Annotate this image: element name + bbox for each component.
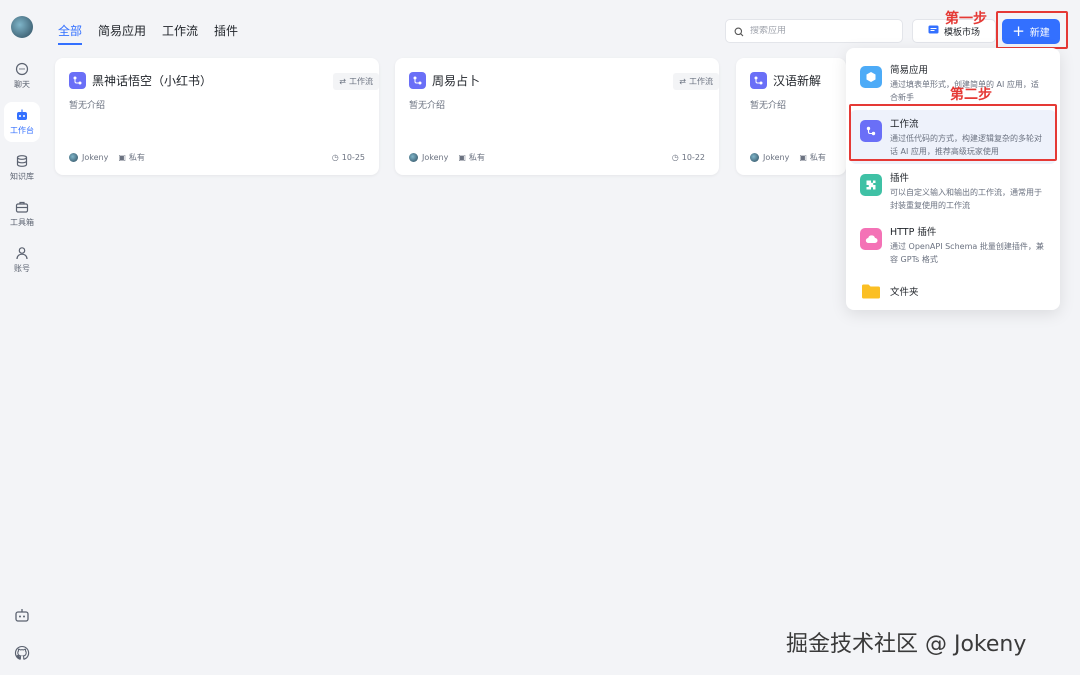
author-avatar: [69, 153, 78, 162]
lock-icon: ▣: [458, 153, 466, 162]
search-box: [725, 19, 903, 43]
app-card-title: 汉语新解: [773, 74, 822, 88]
tab-simple-app[interactable]: 简易应用: [98, 22, 146, 45]
sidebar-item-label: 聊天: [14, 80, 30, 89]
app-card[interactable]: 汉语新解 暂无介绍 Jokeny ▣ 私有: [736, 58, 846, 175]
user-avatar[interactable]: [11, 16, 33, 38]
menu-item-title: 插件: [890, 173, 910, 184]
menu-item-title: 文件夹: [890, 287, 919, 298]
step1-highlight-box: [996, 11, 1068, 49]
clock-icon: ◷: [671, 153, 679, 162]
sidebar-bottom: [0, 607, 44, 661]
author-name: Jokeny: [763, 153, 790, 162]
menu-item-http-plugin[interactable]: HTTP 插件 通过 OpenAPI Schema 批量创建插件，兼容 GPTs…: [850, 218, 1056, 272]
menu-item-plugin[interactable]: 插件 可以自定义输入和输出的工作流，通常用于封装重复使用的工作流: [850, 164, 1056, 218]
author-name: Jokeny: [82, 153, 109, 162]
date-label: 10-25: [341, 153, 365, 162]
tab-workflow[interactable]: 工作流: [162, 22, 198, 45]
updated-date: ◷ 10-25: [332, 153, 365, 162]
visibility-label: 私有: [809, 153, 826, 162]
template-icon: [928, 25, 939, 37]
app-card-intro: 暂无介绍: [69, 101, 106, 111]
menu-item-title: HTTP 插件: [890, 227, 937, 238]
clock-icon: ◷: [331, 153, 339, 162]
tab-plugin[interactable]: 插件: [214, 22, 238, 45]
sidebar-item-knowledge[interactable]: 知识库: [4, 148, 40, 188]
workflow-small-icon: ⇄: [339, 77, 346, 86]
app-card-title: 周易占卜: [432, 74, 481, 88]
app-type-label: 工作流: [349, 77, 373, 86]
app-card[interactable]: 黑神话悟空（小红书） ⇄ 工作流 暂无介绍 Jokeny ▣ 私有 ◷ 10-25: [55, 58, 379, 175]
sidebar: 聊天 工作台 知识库 工具箱 账号: [0, 0, 44, 675]
category-tabs: 全部 简易应用 工作流 插件: [58, 22, 238, 45]
updated-date: ◷ 10-22: [672, 153, 705, 162]
sidebar-item-label: 知识库: [10, 172, 34, 181]
app-card-intro: 暂无介绍: [409, 101, 446, 111]
watermark: 掘金技术社区 @ Jokeny: [786, 632, 1027, 657]
menu-item-desc: 通过 OpenAPI Schema 批量创建插件，兼容 GPTs 格式: [890, 242, 1044, 264]
visibility: ▣ 私有: [458, 152, 485, 163]
toolbox-icon: [15, 200, 29, 214]
user-icon: [15, 246, 29, 260]
visibility-label: 私有: [128, 153, 145, 162]
workflow-app-icon: [69, 72, 86, 89]
visibility: ▣ 私有: [799, 152, 826, 163]
menu-item-title: 简易应用: [890, 65, 929, 76]
sidebar-item-chat[interactable]: 聊天: [4, 56, 40, 96]
database-icon: [15, 154, 29, 168]
tab-all[interactable]: 全部: [58, 22, 83, 45]
app-type-badge: ⇄ 工作流: [673, 73, 719, 90]
menu-item-desc: 可以自定义输入和输出的工作流，通常用于封装重复使用的工作流: [890, 188, 1042, 210]
workflow-app-icon: [750, 72, 767, 89]
step1-annotation: 第一步: [945, 11, 987, 27]
cloud-icon: [860, 228, 882, 250]
search-icon: [734, 22, 744, 41]
app-card[interactable]: 周易占卜 ⇄ 工作流 暂无介绍 Jokeny ▣ 私有 ◷ 10-22: [395, 58, 719, 175]
folder-icon: [860, 280, 882, 302]
app-type-label: 工作流: [689, 77, 713, 86]
simple-app-icon: [860, 66, 882, 88]
menu-item-folder[interactable]: 文件夹: [850, 274, 1056, 308]
chat-icon: [15, 62, 29, 76]
date-label: 10-22: [681, 153, 705, 162]
workflow-small-icon: ⇄: [679, 77, 686, 86]
search-input[interactable]: [750, 26, 890, 36]
lock-icon: ▣: [799, 153, 807, 162]
sidebar-item-workbench[interactable]: 工作台: [4, 102, 40, 142]
step2-annotation: 第二步: [950, 87, 992, 103]
sidebar-item-label: 工具箱: [10, 218, 34, 227]
plugin-icon: [860, 174, 882, 196]
app-type-badge: ⇄ 工作流: [333, 73, 379, 90]
sidebar-item-label: 账号: [14, 264, 30, 273]
app-card-intro: 暂无介绍: [750, 101, 787, 111]
workflow-app-icon: [409, 72, 426, 89]
app-card-title: 黑神话悟空（小红书）: [92, 74, 213, 88]
sidebar-item-account[interactable]: 账号: [4, 240, 40, 280]
bot-icon[interactable]: [14, 607, 30, 623]
sidebar-item-toolbox[interactable]: 工具箱: [4, 194, 40, 234]
step2-highlight-box: [849, 104, 1057, 161]
github-icon[interactable]: [14, 645, 30, 661]
sidebar-item-label: 工作台: [10, 126, 34, 135]
visibility: ▣ 私有: [118, 152, 145, 163]
author-avatar: [750, 153, 759, 162]
lock-icon: ▣: [118, 153, 126, 162]
author-avatar: [409, 153, 418, 162]
visibility-label: 私有: [468, 153, 485, 162]
robot-icon: [15, 108, 29, 122]
author-name: Jokeny: [422, 153, 449, 162]
